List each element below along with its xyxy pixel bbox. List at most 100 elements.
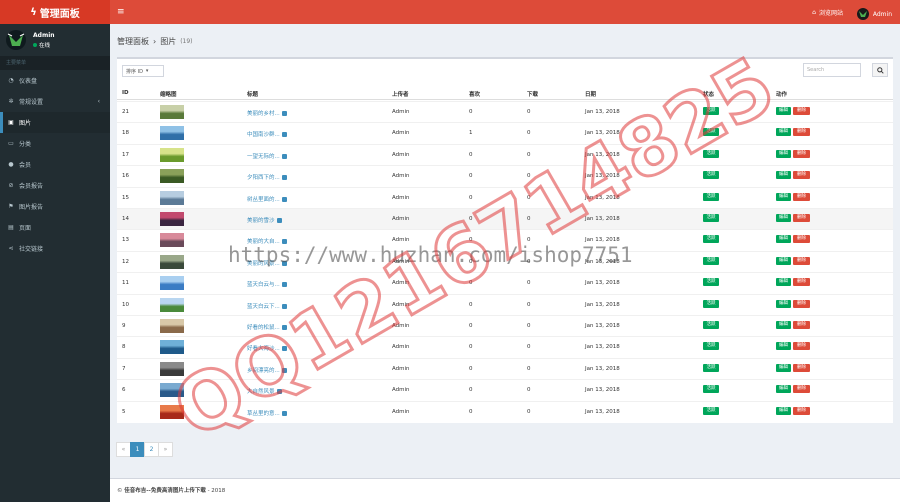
sidebar-item-5[interactable]: ⊘ 会员报告 xyxy=(0,175,110,196)
status-badge[interactable]: 活跃 xyxy=(703,299,719,308)
status-badge[interactable]: 活跃 xyxy=(703,278,719,287)
table-row[interactable]: 21 美丽的乡村... Admin 0 0 Jan 13, 2018 活跃 编辑 删除 xyxy=(117,101,893,122)
sidebar-item-6[interactable]: ⚑ 图片报告 xyxy=(0,196,110,217)
delete-button[interactable]: 删除 xyxy=(793,235,810,244)
delete-button[interactable]: 删除 xyxy=(793,342,810,351)
table-row[interactable]: 6 大自然风景 Admin 0 0 Jan 13, 2018 活跃 编辑 删除 xyxy=(117,379,893,400)
row-uploader[interactable]: Admin xyxy=(392,216,410,222)
row-uploader[interactable]: Admin xyxy=(392,173,410,179)
row-title-link[interactable]: 一望无际的... xyxy=(247,152,287,160)
table-row[interactable]: 8 好看大海沙... Admin 0 0 Jan 13, 2018 活跃 编辑 删除 xyxy=(117,336,893,357)
row-title-link[interactable]: 夕阳西下的... xyxy=(247,173,287,181)
row-uploader[interactable]: Admin xyxy=(392,344,410,350)
row-thumbnail[interactable] xyxy=(160,361,184,376)
row-thumbnail[interactable] xyxy=(160,212,184,226)
row-title-link[interactable]: 美丽的雪沙 xyxy=(247,216,282,224)
row-title-link[interactable]: 美丽的乡村... xyxy=(247,109,287,117)
row-uploader[interactable]: Admin xyxy=(392,195,410,201)
status-badge[interactable]: 活跃 xyxy=(703,321,719,329)
sort-select[interactable]: 排序 ID ▾ xyxy=(122,65,164,77)
table-row[interactable]: 16 夕阳西下的... Admin 0 0 Jan 13, 2018 活跃 编辑 删除 xyxy=(117,165,893,186)
row-thumbnail[interactable] xyxy=(160,190,184,205)
edit-button[interactable]: 编辑 xyxy=(776,278,791,287)
edit-button[interactable]: 编辑 xyxy=(776,192,791,201)
table-row[interactable]: 12 美丽的风景... Admin 0 0 Jan 13, 2018 活跃 编辑 删除 xyxy=(117,250,893,272)
row-title-link[interactable]: 蓝天白云与... xyxy=(247,280,287,288)
status-badge[interactable]: 活跃 xyxy=(703,363,719,372)
sidebar-item-3[interactable]: ▭ 分类 xyxy=(0,133,110,154)
status-badge[interactable]: 活跃 xyxy=(703,256,719,265)
row-uploader[interactable]: Admin xyxy=(392,387,410,393)
page-2[interactable]: 2 xyxy=(144,442,159,457)
delete-button[interactable]: 删除 xyxy=(793,385,810,394)
page-1[interactable]: 1 xyxy=(130,442,145,457)
row-title-link[interactable]: 中国南沙群... xyxy=(247,130,287,138)
table-row[interactable]: 11 蓝天白云与... Admin 0 0 Jan 13, 2018 活跃 编辑 删除 xyxy=(117,272,893,293)
row-thumbnail[interactable] xyxy=(160,169,184,184)
row-uploader[interactable]: Admin xyxy=(392,130,410,136)
page-next[interactable]: » xyxy=(158,442,173,457)
sidebar-toggle-icon[interactable]: ≡ xyxy=(117,7,125,17)
table-row[interactable]: 17 一望无际的... Admin 0 0 Jan 13, 2018 活跃 编辑 删除 xyxy=(117,143,893,165)
row-thumbnail[interactable] xyxy=(160,105,184,119)
delete-button[interactable]: 删除 xyxy=(793,149,810,158)
brand-logo[interactable]: ϟ 管理面板 xyxy=(0,0,110,24)
row-thumbnail[interactable] xyxy=(160,383,184,398)
row-thumbnail[interactable] xyxy=(160,126,184,141)
row-title-link[interactable]: 美丽的大自... xyxy=(247,237,287,245)
edit-button[interactable]: 编辑 xyxy=(776,128,791,137)
row-uploader[interactable]: Admin xyxy=(392,302,410,308)
status-badge[interactable]: 活跃 xyxy=(703,385,719,394)
row-thumbnail[interactable] xyxy=(160,319,184,333)
row-thumbnail[interactable] xyxy=(160,404,184,419)
user-menu[interactable]: Admin xyxy=(856,8,892,20)
edit-button[interactable]: 编辑 xyxy=(776,385,791,394)
row-title-link[interactable]: 草丛里的意... xyxy=(247,409,287,417)
status-badge[interactable]: 活跃 xyxy=(703,192,719,201)
row-title-link[interactable]: 蓝天白云下... xyxy=(247,302,287,310)
edit-button[interactable]: 编辑 xyxy=(776,235,791,244)
row-title-link[interactable]: 美丽的风景... xyxy=(247,259,287,267)
sidebar-item-2[interactable]: ▣ 图片 xyxy=(0,112,110,133)
table-row[interactable]: 7 乡间漂亮的... Admin 0 0 Jan 13, 2018 活跃 编辑 删除 xyxy=(117,357,893,379)
edit-button[interactable]: 编辑 xyxy=(776,214,791,222)
table-row[interactable]: 10 蓝天白云下... Admin 0 0 Jan 13, 2018 活跃 编辑 删除 xyxy=(117,293,893,315)
col-downloads[interactable]: 下载 xyxy=(527,90,538,98)
edit-button[interactable]: 编辑 xyxy=(776,363,791,372)
row-uploader[interactable]: Admin xyxy=(392,280,410,286)
row-uploader[interactable]: Admin xyxy=(392,152,410,158)
row-title-link[interactable]: 好看的松鼠... xyxy=(247,323,287,331)
edit-button[interactable]: 编辑 xyxy=(776,299,791,308)
delete-button[interactable]: 删除 xyxy=(793,107,810,115)
delete-button[interactable]: 删除 xyxy=(793,406,810,415)
table-row[interactable]: 9 好看的松鼠... Admin 0 0 Jan 13, 2018 活跃 编辑 删除 xyxy=(117,315,893,336)
status-badge[interactable]: 活跃 xyxy=(703,149,719,158)
col-date[interactable]: 日期 xyxy=(585,90,596,98)
sidebar-item-1[interactable]: ✲ 常规设置 ‹ xyxy=(0,91,110,112)
delete-button[interactable]: 删除 xyxy=(793,278,810,287)
sidebar-item-0[interactable]: ◔ 仪表盘 xyxy=(0,70,110,91)
row-thumbnail[interactable] xyxy=(160,276,184,291)
edit-button[interactable]: 编辑 xyxy=(776,149,791,158)
delete-button[interactable]: 删除 xyxy=(793,214,810,222)
status-badge[interactable]: 活跃 xyxy=(703,107,719,115)
delete-button[interactable]: 删除 xyxy=(793,128,810,137)
row-thumbnail[interactable] xyxy=(160,147,184,162)
delete-button[interactable]: 删除 xyxy=(793,256,810,265)
status-badge[interactable]: 活跃 xyxy=(703,342,719,351)
col-uploader[interactable]: 上传者 xyxy=(392,90,409,98)
delete-button[interactable]: 删除 xyxy=(793,363,810,372)
table-row[interactable]: 14 美丽的雪沙 Admin 0 0 Jan 13, 2018 活跃 编辑 删除 xyxy=(117,208,893,230)
row-thumbnail[interactable] xyxy=(160,340,184,355)
page-prev[interactable]: « xyxy=(116,442,131,457)
edit-button[interactable]: 编辑 xyxy=(776,321,791,329)
sidebar-item-4[interactable]: ● 会员 xyxy=(0,154,110,175)
table-row[interactable]: 13 美丽的大自... Admin 0 0 Jan 13, 2018 活跃 编辑 删除 xyxy=(117,229,893,250)
row-thumbnail[interactable] xyxy=(160,233,184,248)
status-badge[interactable]: 活跃 xyxy=(703,171,719,180)
row-uploader[interactable]: Admin xyxy=(392,259,410,265)
delete-button[interactable]: 删除 xyxy=(793,171,810,180)
status-badge[interactable]: 活跃 xyxy=(703,128,719,137)
row-title-link[interactable]: 乡间漂亮的... xyxy=(247,366,287,374)
col-id[interactable]: ID xyxy=(122,90,129,96)
